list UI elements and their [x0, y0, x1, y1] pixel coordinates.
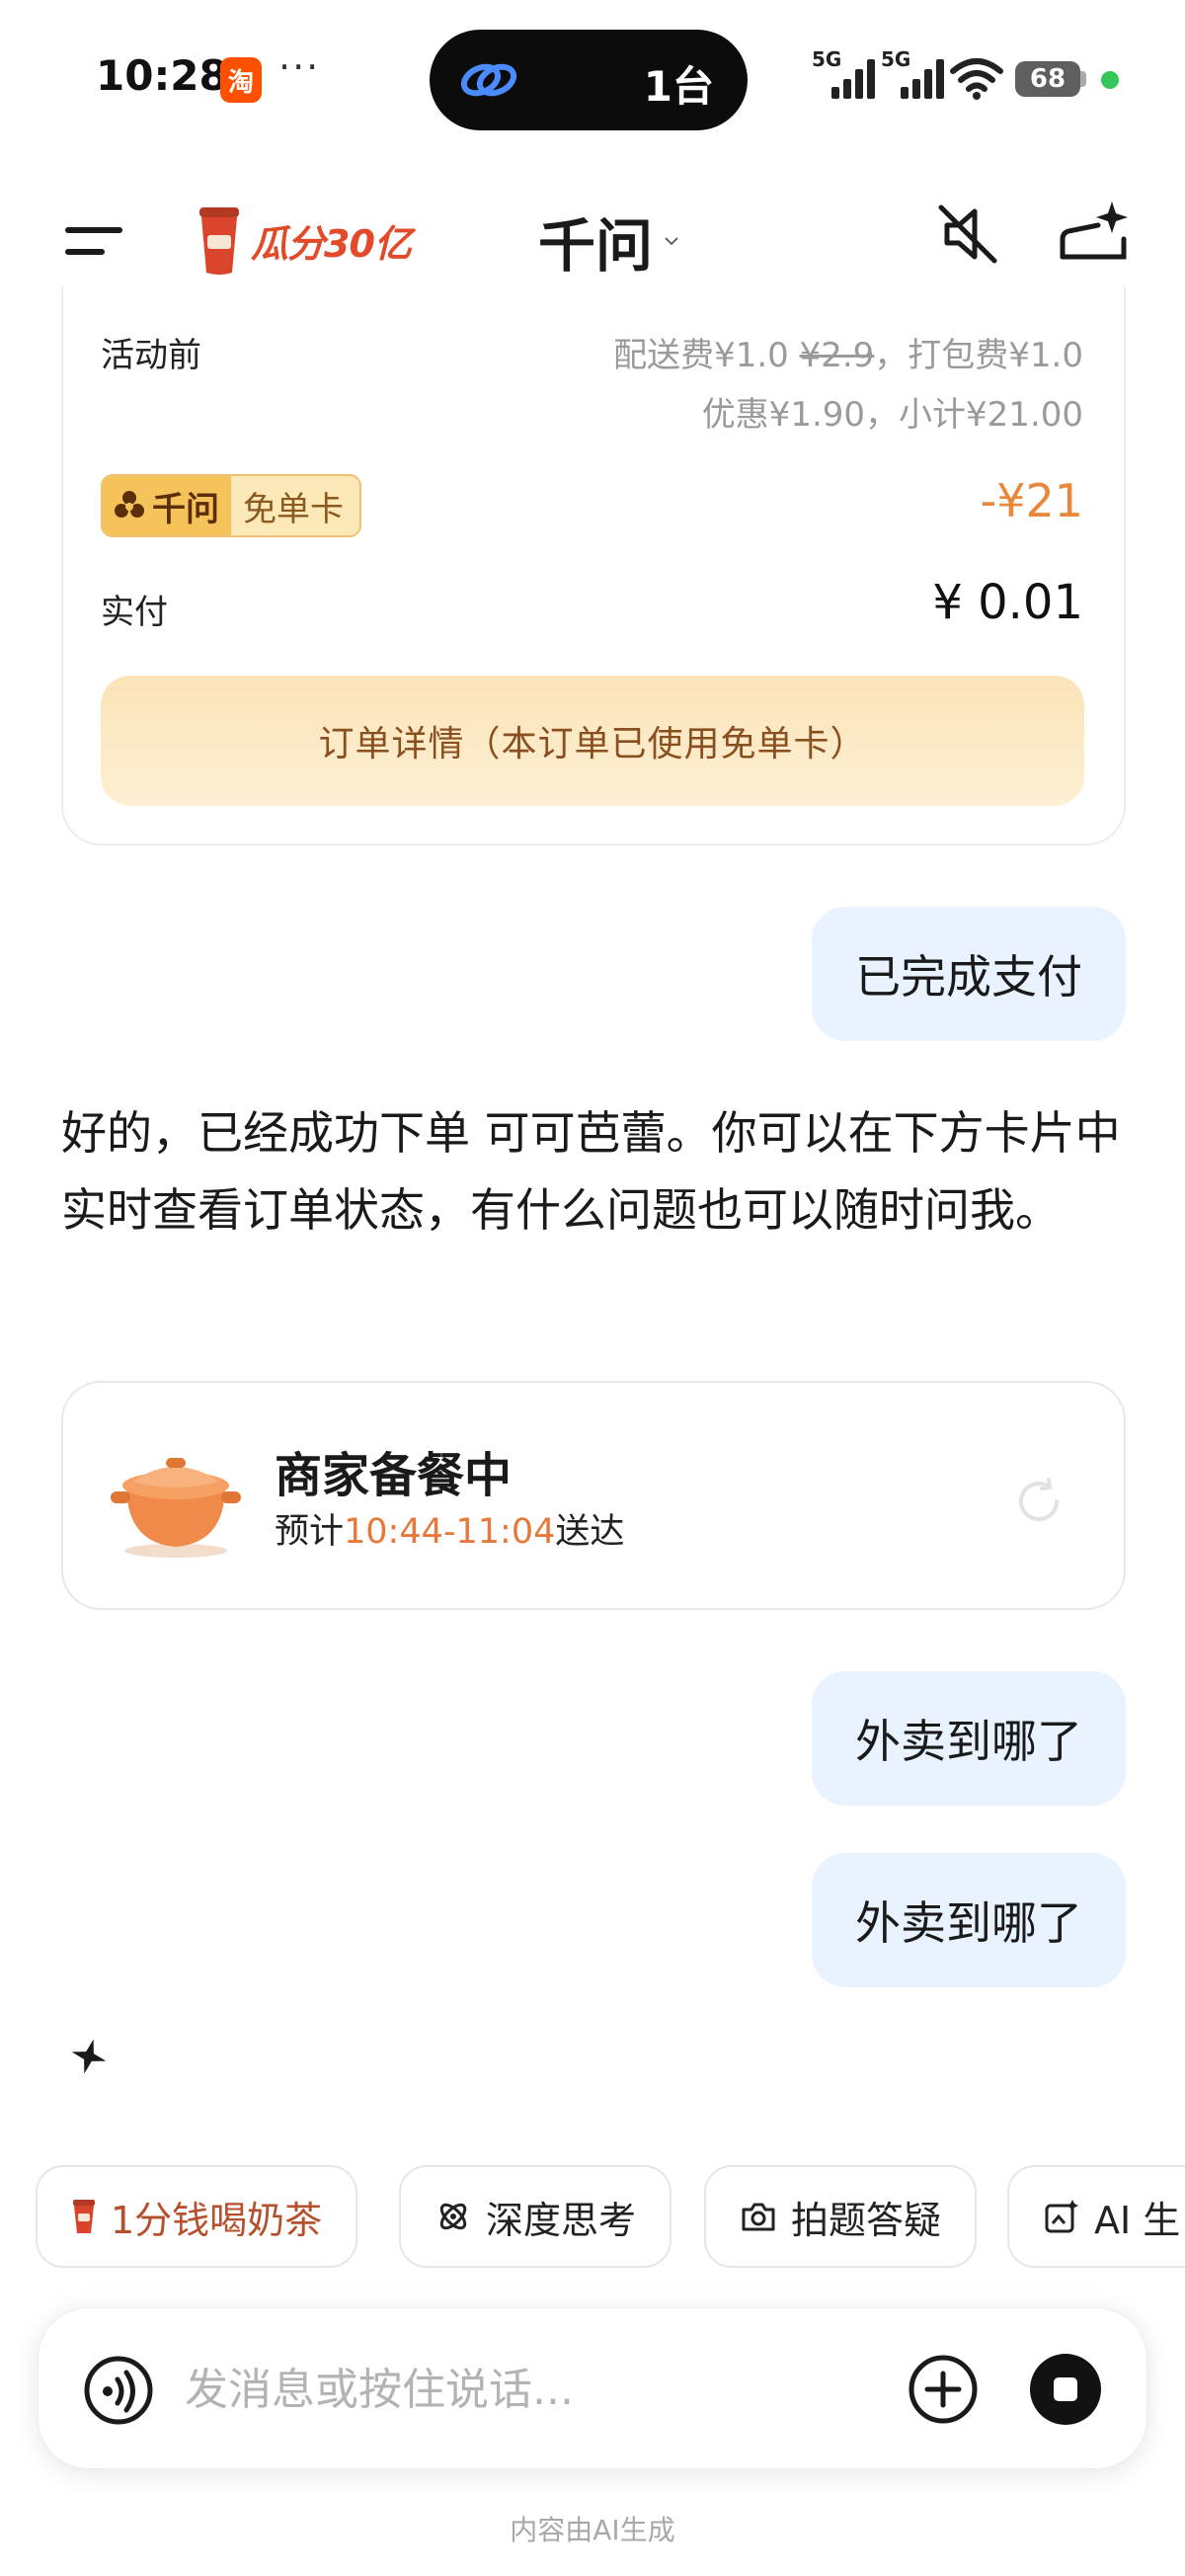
- link-icon: [460, 63, 517, 97]
- voice-input-icon[interactable]: [84, 2356, 153, 2425]
- badge-brand: 千问: [152, 489, 219, 529]
- fee-breakdown: 配送费¥1.0 ¥2.9，打包费¥1.0: [613, 336, 1083, 375]
- ai-message: 好的，已经成功下单 可可芭蕾。你可以在下方卡片中实时查看订单状态，有什么问题也可…: [61, 1106, 1121, 1237]
- camera-icon: [742, 2203, 775, 2231]
- discount-amount: -¥21: [980, 474, 1083, 527]
- wifi-icon: [950, 58, 1003, 100]
- user-message: 外卖到哪了: [812, 1853, 1126, 1987]
- signal-icon-2: 5G: [881, 47, 944, 99]
- chip-ai-generate[interactable]: AI 生: [1007, 2165, 1185, 2268]
- promo-banner[interactable]: 瓜分30亿: [196, 196, 423, 284]
- taobao-notification-icon: 淘: [220, 57, 262, 103]
- menu-button[interactable]: [61, 207, 126, 273]
- ai-disclaimer: 内容由AI生成: [510, 2514, 675, 2546]
- privacy-indicator-dot: [1101, 71, 1119, 89]
- stop-icon: [1054, 2377, 1077, 2401]
- eta-time: 10:44-11:04: [344, 1512, 556, 1552]
- cooking-pot-icon: [111, 1458, 241, 1558]
- chip-photo-question[interactable]: 拍题答疑: [704, 2165, 978, 2268]
- battery-icon: 68: [1015, 61, 1080, 97]
- before-activity-label: 活动前: [101, 336, 201, 375]
- user-message: 外卖到哪了: [812, 1671, 1126, 1806]
- model-selector[interactable]: 千问: [538, 200, 680, 282]
- island-device-count: 1台: [643, 62, 714, 111]
- order-detail-button[interactable]: 订单详情（本订单已使用免单卡）: [101, 676, 1084, 806]
- atom-icon: [439, 2203, 467, 2230]
- status-time: 10:28: [96, 51, 228, 100]
- badge-label: 免单卡: [243, 489, 344, 529]
- delivery-eta: 预计10:44-11:04送达: [275, 1512, 625, 1552]
- more-notifications-icon: ···: [278, 45, 321, 89]
- dynamic-island[interactable]: 1台: [430, 30, 748, 130]
- delivery-status: 商家备餐中: [275, 1448, 513, 1503]
- app-title: 千问: [538, 212, 654, 280]
- delivery-status-card[interactable]: 商家备餐中 预计10:44-11:04送达: [61, 1381, 1126, 1610]
- original-delivery-fee: ¥2.9: [799, 336, 875, 375]
- loading-spinner-icon: [1019, 1478, 1059, 1521]
- mute-speaker-icon[interactable]: [933, 200, 1002, 269]
- menu-icon: [65, 227, 122, 233]
- chevron-down-icon: [665, 237, 678, 246]
- milk-tea-cup-icon: [73, 2200, 95, 2233]
- ai-thinking-sparkle-icon: [71, 2039, 107, 2074]
- promo-text: 瓜分30亿: [251, 221, 412, 266]
- paid-label: 实付: [101, 593, 168, 632]
- message-input-bar: [38, 2307, 1147, 2469]
- new-chat-sparkle-icon[interactable]: [1055, 196, 1134, 275]
- qianwen-logo-icon: [115, 491, 144, 518]
- message-input[interactable]: [185, 2352, 896, 2427]
- battery-tip: [1080, 71, 1086, 87]
- paid-value: ¥ 0.01: [932, 575, 1083, 630]
- free-order-card-badge: 千问 免单卡: [101, 474, 361, 537]
- stop-generating-button[interactable]: [1030, 2354, 1101, 2425]
- discount-subtotal: 优惠¥1.90，小计¥21.00: [701, 395, 1083, 435]
- add-attachment-icon[interactable]: [908, 2354, 979, 2425]
- signal-icon: 5G: [812, 47, 875, 99]
- user-message: 已完成支付: [812, 907, 1126, 1041]
- chip-milk-tea[interactable]: 1分钱喝奶茶: [36, 2165, 358, 2268]
- chip-deep-thinking[interactable]: 深度思考: [399, 2165, 672, 2268]
- ai-image-icon: [1045, 2200, 1078, 2233]
- quick-action-chips: 1分钱喝奶茶 深度思考 拍题答疑 AI 生: [36, 2163, 1185, 2272]
- milk-tea-cup-icon: [199, 207, 239, 275]
- status-bar: 10:28 淘 ··· 1台 5G 5G 68: [0, 0, 1185, 158]
